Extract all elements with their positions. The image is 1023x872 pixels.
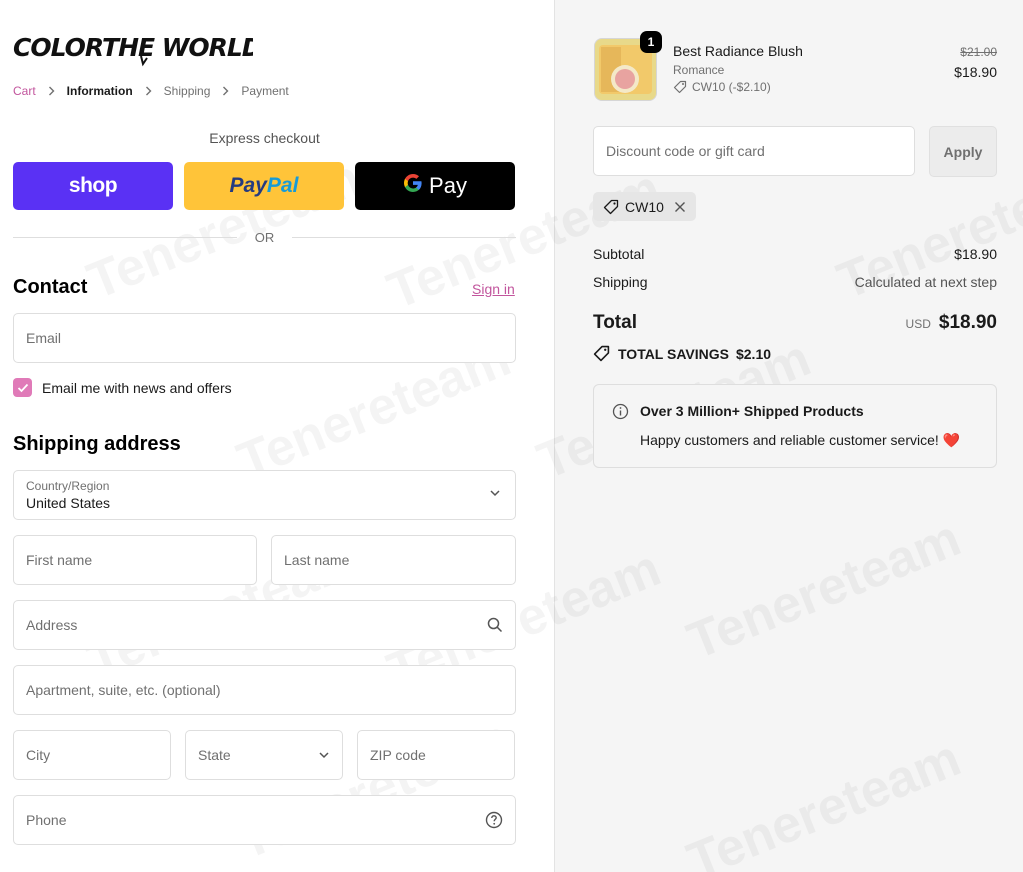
- info-text-body: Happy customers and reliable customer se…: [640, 432, 939, 448]
- apply-discount-button[interactable]: Apply: [929, 126, 997, 177]
- breadcrumb-payment: Payment: [241, 84, 289, 98]
- close-icon[interactable]: [674, 201, 686, 213]
- shipping-value: Calculated at next step: [854, 274, 997, 290]
- phone-field[interactable]: Phone: [13, 795, 516, 845]
- product-thumbnail: 1: [594, 31, 662, 101]
- state-select[interactable]: State: [185, 730, 343, 780]
- total-row: Total USD $18.90: [593, 312, 997, 334]
- chevron-down-icon: [489, 489, 501, 497]
- zip-code-placeholder: ZIP code: [370, 747, 426, 763]
- phone-placeholder: Phone: [26, 812, 67, 828]
- subtotal-row: Subtotal $18.90: [593, 246, 997, 262]
- breadcrumb-cart[interactable]: Cart: [13, 84, 36, 98]
- shipping-address-title: Shipping address: [13, 433, 181, 455]
- country-label: Country/Region: [26, 479, 110, 493]
- google-g-icon: [403, 173, 423, 199]
- brand-logo[interactable]: COLORTHE WORLD: [13, 28, 253, 68]
- city-placeholder: City: [26, 747, 51, 763]
- info-text: Happy customers and reliable customer se…: [640, 432, 960, 449]
- search-icon[interactable]: [487, 617, 503, 633]
- breadcrumb: Cart Information Shipping Payment: [13, 84, 289, 98]
- breadcrumb-information: Information: [66, 84, 133, 98]
- paypal-label-part1: Pay: [229, 174, 267, 197]
- product-variant: Romance: [673, 63, 725, 77]
- total-amount: USD $18.90: [906, 312, 997, 334]
- country-value: United States: [26, 495, 111, 511]
- help-circle-icon[interactable]: [485, 811, 503, 829]
- google-pay-button[interactable]: Pay: [355, 162, 515, 210]
- email-placeholder: Email: [26, 330, 62, 346]
- paypal-button[interactable]: Pay Pal: [184, 162, 344, 210]
- total-savings-value: $2.10: [735, 345, 772, 362]
- total-currency: USD: [905, 317, 931, 331]
- total-value: $18.90: [938, 312, 997, 333]
- chevron-right-icon: [145, 86, 152, 96]
- applied-discount-code: CW10: [625, 198, 664, 215]
- first-name-placeholder: First name: [26, 552, 93, 568]
- brand-logo-text: COLORTHE WORLD: [13, 33, 253, 62]
- news-offers-checkbox[interactable]: [13, 378, 32, 397]
- divider-line: [292, 237, 516, 238]
- shipped-products-info-box: Over 3 Million+ Shipped Products Happy c…: [593, 384, 997, 468]
- news-offers-checkbox-row[interactable]: Email me with news and offers: [13, 378, 232, 397]
- product-discount-text: CW10 (-$2.10): [692, 80, 771, 94]
- info-icon: [612, 403, 629, 420]
- last-name-placeholder: Last name: [284, 552, 350, 568]
- product-discount: CW10 (-$2.10): [673, 80, 771, 94]
- first-name-field[interactable]: First name: [13, 535, 257, 585]
- chevron-right-icon: [222, 86, 229, 96]
- email-field[interactable]: Email: [13, 313, 516, 363]
- discount-code-input[interactable]: Discount code or gift card: [593, 126, 915, 176]
- last-name-field[interactable]: Last name: [271, 535, 516, 585]
- chevron-down-icon: [318, 751, 330, 759]
- paypal-label-part2: Pal: [266, 174, 299, 197]
- shipping-label: Shipping: [593, 274, 648, 290]
- product-price: $18.90: [954, 64, 997, 80]
- apartment-field[interactable]: Apartment, suite, etc. (optional): [13, 665, 516, 715]
- state-placeholder: State: [198, 747, 231, 763]
- applied-discount-chip: CW10: [593, 192, 696, 221]
- apartment-placeholder: Apartment, suite, etc. (optional): [26, 682, 221, 698]
- info-title: Over 3 Million+ Shipped Products: [640, 403, 864, 419]
- tag-icon: [593, 345, 610, 362]
- total-label: Total: [593, 312, 637, 333]
- sign-in-link[interactable]: Sign in: [472, 281, 515, 297]
- city-field[interactable]: City: [13, 730, 171, 780]
- zip-code-field[interactable]: ZIP code: [357, 730, 515, 780]
- google-pay-label: Pay: [429, 173, 467, 198]
- tag-icon: [603, 199, 619, 215]
- or-divider: OR: [13, 230, 516, 245]
- discount-code-placeholder: Discount code or gift card: [606, 143, 765, 159]
- checkmark-icon: [17, 383, 28, 392]
- total-savings-label: TOTAL SAVINGS: [618, 345, 729, 362]
- country-select[interactable]: Country/Region United States: [13, 470, 516, 520]
- express-checkout-title: Express checkout: [209, 130, 320, 146]
- subtotal-label: Subtotal: [593, 246, 645, 262]
- shop-pay-button[interactable]: shop: [13, 162, 173, 210]
- heart-icon: ❤️: [942, 432, 961, 448]
- total-savings: TOTAL SAVINGS $2.10: [593, 345, 771, 362]
- breadcrumb-shipping: Shipping: [163, 84, 211, 98]
- address-placeholder: Address: [26, 617, 78, 633]
- quantity-badge: 1: [640, 31, 662, 53]
- chevron-right-icon: [48, 86, 55, 96]
- divider-line: [13, 237, 237, 238]
- subtotal-value: $18.90: [954, 246, 997, 262]
- product-name: Best Radiance Blush: [673, 43, 803, 59]
- shop-pay-label: shop: [68, 174, 118, 197]
- address-field[interactable]: Address: [13, 600, 516, 650]
- product-original-price: $21.00: [960, 45, 997, 59]
- news-offers-label: Email me with news and offers: [42, 379, 232, 396]
- or-text: OR: [254, 230, 275, 245]
- shipping-row: Shipping Calculated at next step: [593, 274, 997, 290]
- contact-title: Contact: [13, 276, 88, 298]
- tag-icon: [673, 80, 687, 94]
